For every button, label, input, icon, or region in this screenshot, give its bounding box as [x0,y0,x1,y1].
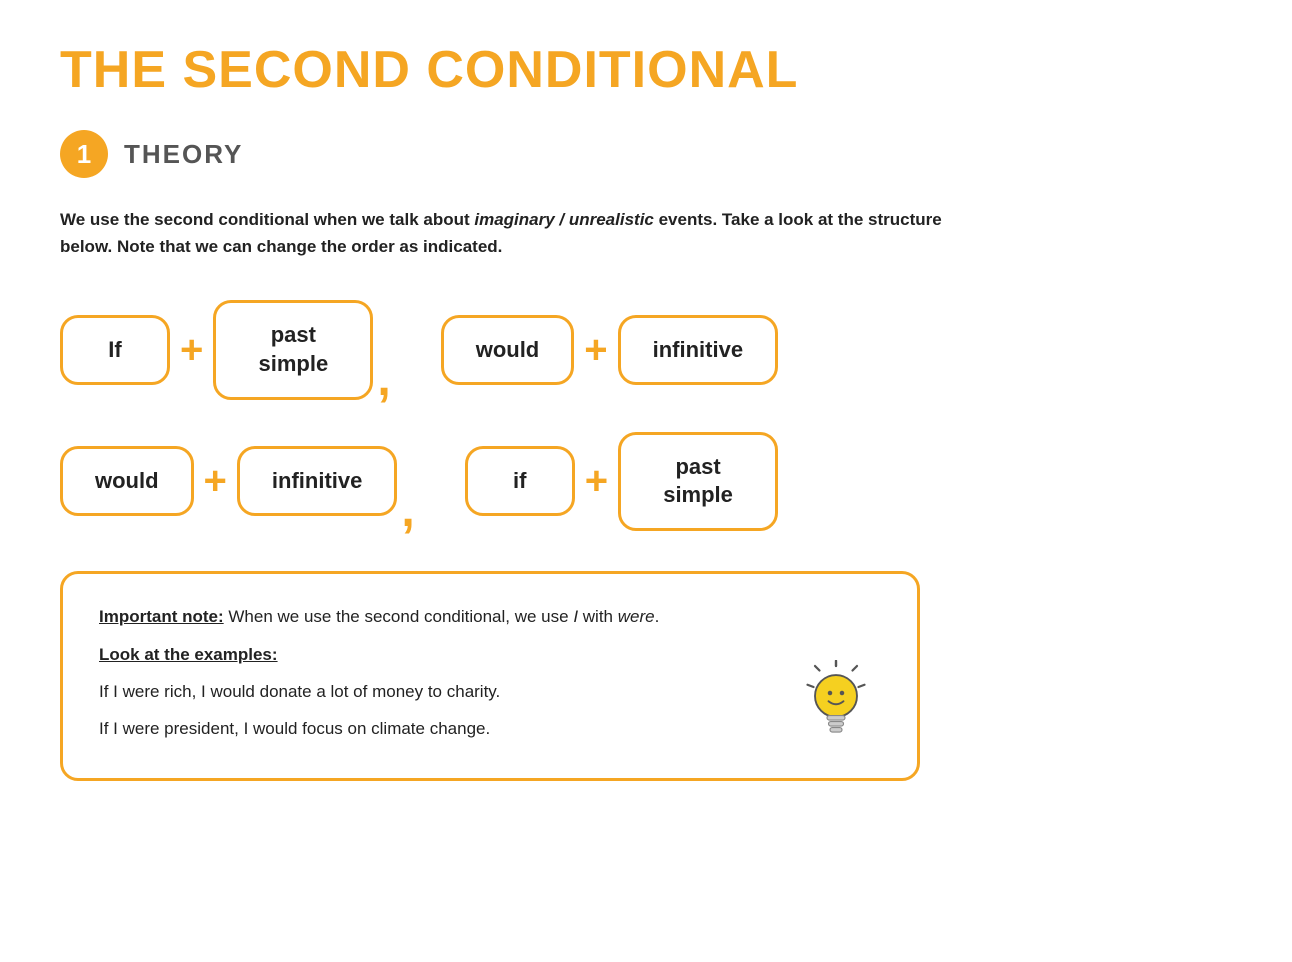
section-number: 1 [60,130,108,178]
box-infinitive-2: infinitive [237,446,397,517]
box-infinitive-1: infinitive [618,315,778,386]
examples-label-line: Look at the examples: [99,640,771,671]
box-would-1: would [441,315,575,386]
section-header: 1 THEORY [60,130,1232,178]
comma-1: , [377,361,390,399]
note-text-area: Important note: When we use the second c… [99,602,771,750]
formula-row-2: would + infinitive , if + pastsimple [60,432,1232,531]
examples-section: Look at the examples: If I were rich, I … [99,640,771,744]
note-box: Important note: When we use the second c… [60,571,920,781]
page-title: THE SECOND CONDITIONAL [60,40,1232,100]
box-past-simple-1: pastsimple [213,300,373,399]
intro-text: We use the second conditional when we ta… [60,206,960,260]
formula-diagram: If + pastsimple , would + infinitive wou… [60,300,1232,530]
important-note-line: Important note: When we use the second c… [99,602,771,633]
important-note-label: Important note: [99,607,224,626]
example-1: If I were rich, I would donate a lot of … [99,677,771,708]
plus-icon-2: + [574,330,617,370]
examples-label: Look at the examples: [99,645,278,664]
box-if-2: if [465,446,575,517]
example-2: If I were president, I would focus on cl… [99,714,771,745]
plus-icon-3: + [194,461,237,501]
plus-icon-1: + [170,330,213,370]
box-if: If [60,315,170,386]
formula-row-1: If + pastsimple , would + infinitive [60,300,1232,399]
section-label: THEORY [124,139,243,170]
comma-2: , [401,492,414,530]
lightbulb-icon [791,660,881,750]
plus-icon-4: + [575,461,618,501]
box-past-simple-2: pastsimple [618,432,778,531]
box-would-2: would [60,446,194,517]
